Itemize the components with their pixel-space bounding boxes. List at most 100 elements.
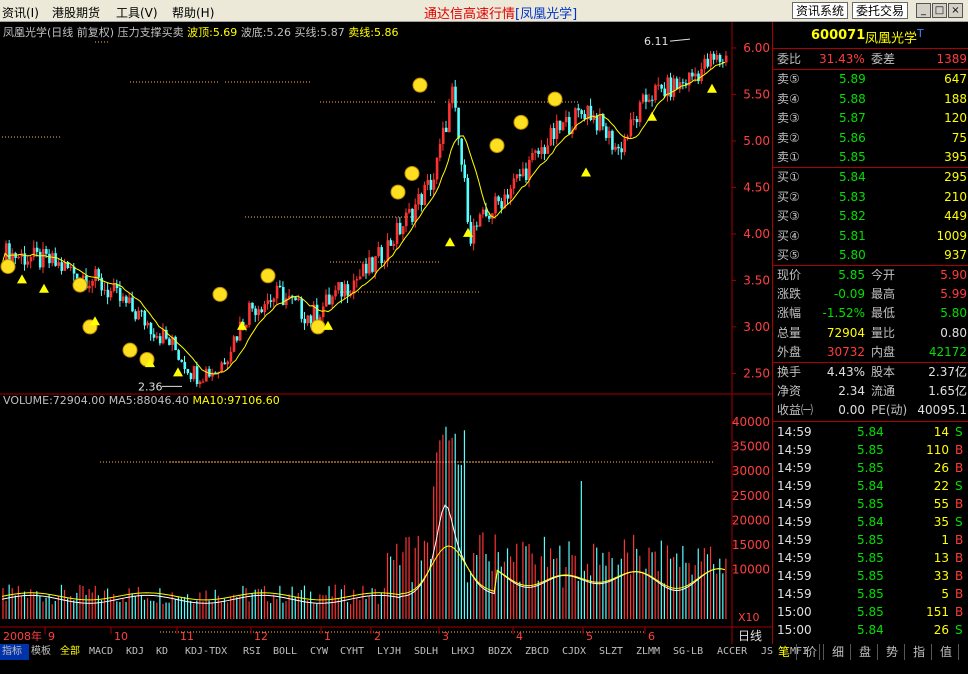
bid-row[interactable]: 买③ 5.82 449: [773, 208, 968, 225]
candle-body: [195, 366, 199, 385]
ask-row[interactable]: 卖② 5.86 75: [773, 130, 968, 147]
quote-tab[interactable]: 盘: [853, 644, 878, 660]
candle-body: [229, 351, 233, 362]
candle-body: [614, 146, 617, 150]
candle-body: [444, 127, 448, 133]
candle-body: [275, 285, 279, 299]
tick-time: 14:59: [777, 587, 812, 601]
tab-lhxj[interactable]: LHXJ: [449, 644, 488, 660]
menu-info[interactable]: 资讯(I): [2, 4, 39, 21]
quote-tab[interactable]: 指: [907, 644, 932, 660]
tab-boll[interactable]: BOLL: [271, 644, 310, 660]
tab-cyht[interactable]: CYHT: [338, 644, 377, 660]
menu-bar: 资讯(I) 港股期货 工具(V) 帮助(H) 通达信高速行情[凤凰光学] 资讯系…: [0, 0, 968, 22]
candle-body: [617, 146, 620, 149]
ask-row[interactable]: 卖③ 5.87 120: [773, 110, 968, 127]
candle-body: [398, 222, 402, 235]
tick-time: 15:00: [777, 623, 812, 637]
tick-time: 14:59: [777, 443, 812, 457]
tab-bdzx[interactable]: BDZX: [486, 644, 525, 660]
candle-body: [251, 302, 254, 309]
info-system-button[interactable]: 资讯系统: [792, 2, 849, 19]
level-label: 买②: [777, 189, 800, 204]
bid-row[interactable]: 买① 5.84 295: [773, 169, 968, 186]
quote-tab[interactable]: 价: [799, 644, 824, 660]
quote-tab[interactable]: 笔: [772, 644, 797, 660]
candle-body: [448, 103, 451, 133]
quote-tab[interactable]: 势: [880, 644, 905, 660]
tab-lyjh[interactable]: LYJH: [375, 644, 414, 660]
tab-cjdx[interactable]: CJDX: [560, 644, 599, 660]
tick-direction: B: [955, 533, 964, 547]
tab-slzt[interactable]: SLZT: [597, 644, 636, 660]
candle-body: [404, 212, 408, 227]
tab-zbcd[interactable]: ZBCD: [523, 644, 562, 660]
divider: [773, 421, 968, 422]
trough-value: 5.26: [266, 26, 292, 39]
candle-body: [438, 143, 442, 158]
tick-row: 14:59 5.85 1 B: [773, 531, 968, 549]
quote-tab[interactable]: 值: [934, 644, 959, 660]
volume-tick-label: 10000: [732, 563, 770, 577]
tab-rsi[interactable]: RSI: [241, 644, 273, 660]
tick-price: 5.85: [857, 461, 884, 475]
tab-zlmm[interactable]: ZLMM: [634, 644, 673, 660]
level-volume: 188: [944, 91, 967, 106]
level-volume: 75: [951, 130, 967, 145]
menu-help[interactable]: 帮助(H): [172, 4, 214, 21]
month-label: 1: [324, 630, 331, 643]
bid-row[interactable]: 买④ 5.81 1009: [773, 228, 968, 245]
candle-body: [620, 148, 623, 153]
tick-volume: 13: [933, 551, 949, 565]
tab-模板[interactable]: 模板: [29, 644, 60, 660]
tab-accer[interactable]: ACCER: [715, 644, 761, 660]
tick-row: 14:59 5.85 13 B: [773, 549, 968, 567]
stat-row: 外盘 30732 内盘 42172: [773, 344, 968, 361]
kline-chart[interactable]: 6.00 5.50 5.00 4.50 4.00 3.50 3.00 2.50 40000 350…: [0, 22, 772, 645]
period-label[interactable]: 日线: [738, 629, 762, 643]
candle-body: [134, 311, 137, 320]
candle-body: [488, 215, 491, 219]
restore-icon[interactable]: □: [932, 3, 947, 18]
ask-row[interactable]: 卖④ 5.88 188: [773, 91, 968, 108]
menu-tools[interactable]: 工具(V): [116, 4, 158, 21]
candle-body: [632, 119, 636, 121]
menu-hk-futures[interactable]: 港股期货: [52, 4, 100, 21]
tab-sdlh[interactable]: SDLH: [412, 644, 451, 660]
ask-row[interactable]: 卖⑤ 5.89 647: [773, 71, 968, 88]
candle-body: [700, 68, 703, 82]
candle-body: [205, 368, 208, 382]
close-icon[interactable]: ×: [948, 3, 963, 18]
tab-kdj-tdx[interactable]: KDJ-TDX: [183, 644, 243, 660]
stat-value: -0.09: [833, 287, 865, 302]
bid-row[interactable]: 买⑤ 5.80 937: [773, 247, 968, 264]
candle-body: [651, 99, 654, 101]
candle-body: [497, 196, 500, 202]
candle-body: [521, 168, 525, 177]
quote-tab[interactable]: 细: [826, 644, 851, 660]
tab-sg-lb[interactable]: SG-LB: [671, 644, 717, 660]
tick-price: 5.85: [857, 443, 884, 457]
price-tick-label: 4.50: [743, 180, 770, 194]
stat-value: 2.37亿: [928, 365, 967, 379]
tab-指标[interactable]: 指标: [0, 644, 31, 660]
tick-direction: B: [955, 443, 964, 457]
tick-row: 14:59 5.84 35 S: [773, 513, 968, 531]
bid-row[interactable]: 买② 5.83 210: [773, 189, 968, 206]
tab-全部[interactable]: 全部: [58, 644, 89, 660]
tab-cyw[interactable]: CYW: [308, 644, 340, 660]
minimize-icon[interactable]: _: [916, 3, 931, 18]
trade-button[interactable]: 委托交易: [852, 2, 909, 19]
tab-kd[interactable]: KD: [154, 644, 185, 660]
tab-kdj[interactable]: KDJ: [124, 644, 156, 660]
quote-panel: 600071 凤凰光学T 委比 31.43% 委差 1389 卖⑤ 5.89 647…: [772, 22, 968, 645]
tick-volume: 1: [941, 533, 949, 547]
candle-body: [321, 306, 325, 318]
stat-value: -1.52%: [822, 306, 865, 321]
candle-body: [611, 130, 614, 150]
volume-tick-label: 30000: [732, 464, 770, 478]
tick-price: 5.85: [857, 551, 884, 565]
tab-macd[interactable]: MACD: [87, 644, 126, 660]
ask-row[interactable]: 卖① 5.85 395: [773, 149, 968, 166]
volume-tick-label: 15000: [732, 538, 770, 552]
